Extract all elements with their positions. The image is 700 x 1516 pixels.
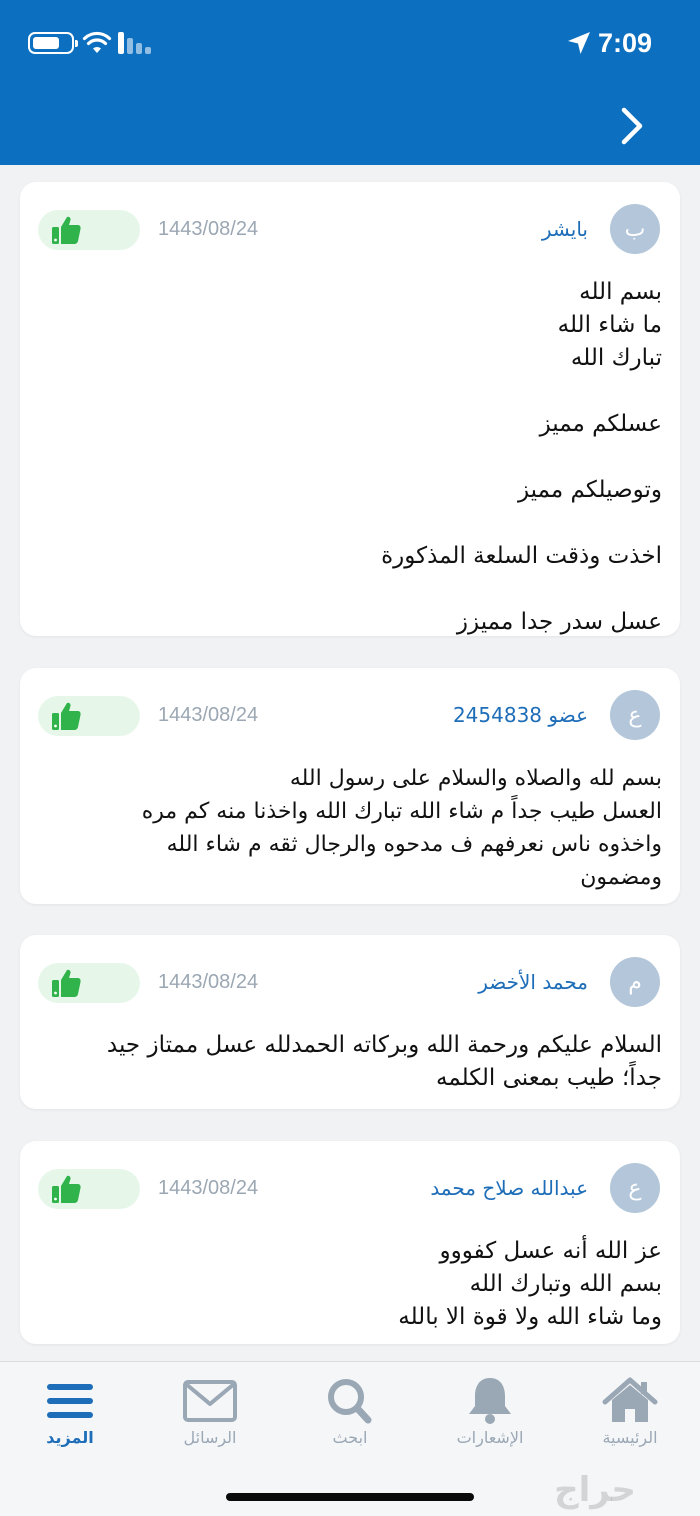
tab-more[interactable]: المزيد	[0, 1362, 140, 1462]
thumbs-up-icon	[52, 216, 81, 244]
back-button[interactable]	[606, 100, 658, 152]
comment-text: السلام عليكم ورحمة الله وبركاته الحمدلله…	[106, 1032, 662, 1091]
like-button[interactable]	[38, 1169, 140, 1209]
comment-author[interactable]: محمد الأخضر	[478, 965, 588, 999]
tab-label: ابحث	[332, 1428, 368, 1447]
home-icon	[602, 1377, 658, 1422]
comment-text: بسم الله ما شاء الله تبارك الله عسلكم مم…	[381, 279, 662, 635]
tab-messages[interactable]: الرسائل	[140, 1362, 280, 1462]
watermark-logo: حراج	[554, 1470, 636, 1510]
tab-home[interactable]: الرئيسية	[560, 1362, 700, 1462]
menu-icon	[47, 1384, 93, 1418]
wifi-icon	[82, 31, 112, 53]
tab-label: المزيد	[46, 1428, 94, 1447]
avatar: م	[610, 957, 660, 1007]
location-arrow-icon	[568, 32, 590, 54]
tab-label: الإشعارات	[456, 1428, 524, 1447]
search-icon	[328, 1379, 372, 1424]
app-header: 7:09	[0, 0, 700, 165]
home-indicator	[226, 1493, 474, 1501]
comment-author[interactable]: بايشر	[542, 212, 588, 246]
avatar: ع	[610, 1163, 660, 1213]
status-bar: 7:09	[0, 0, 700, 90]
comment-card: م محمد الأخضر 1443/08/24 السلام عليكم ور…	[20, 935, 680, 1109]
comment-date: 1443/08/24	[158, 971, 259, 993]
envelope-icon	[183, 1380, 237, 1422]
signal-icon	[118, 32, 154, 54]
like-button[interactable]	[38, 696, 140, 736]
thumbs-up-icon	[52, 702, 81, 730]
battery-icon	[28, 32, 78, 54]
comment-text: بسم لله والصلاه والسلام على رسول الله ال…	[141, 766, 662, 890]
tab-search[interactable]: ابحث	[280, 1362, 420, 1462]
avatar: ع	[610, 690, 660, 740]
comment-text: عز الله أنه عسل كفووو بسم الله وتبارك ال…	[398, 1238, 662, 1330]
chevron-right-icon	[621, 107, 643, 145]
status-time: 7:09	[598, 28, 653, 58]
avatar: ب	[610, 204, 660, 254]
tab-label: الرئيسية	[602, 1428, 658, 1447]
comment-date: 1443/08/24	[158, 218, 259, 240]
bell-icon	[469, 1378, 511, 1424]
comment-date: 1443/08/24	[158, 1177, 259, 1199]
thumbs-up-icon	[52, 1175, 81, 1203]
comment-card: ع عضو 2454838 1443/08/24 بسم لله والصلاه…	[20, 668, 680, 904]
like-button[interactable]	[38, 963, 140, 1003]
comment-card: ع عبدالله صلاح محمد 1443/08/24 عز الله أ…	[20, 1141, 680, 1344]
comment-author[interactable]: عبدالله صلاح محمد	[430, 1171, 588, 1205]
comment-author[interactable]: عضو 2454838	[453, 698, 588, 732]
comment-card: ب بايشر 1443/08/24 بسم الله ما شاء الله …	[20, 182, 680, 636]
tab-label: الرسائل	[183, 1428, 237, 1447]
comment-date: 1443/08/24	[158, 704, 259, 726]
like-button[interactable]	[38, 210, 140, 250]
thumbs-up-icon	[52, 969, 81, 997]
tab-notifications[interactable]: الإشعارات	[420, 1362, 560, 1462]
